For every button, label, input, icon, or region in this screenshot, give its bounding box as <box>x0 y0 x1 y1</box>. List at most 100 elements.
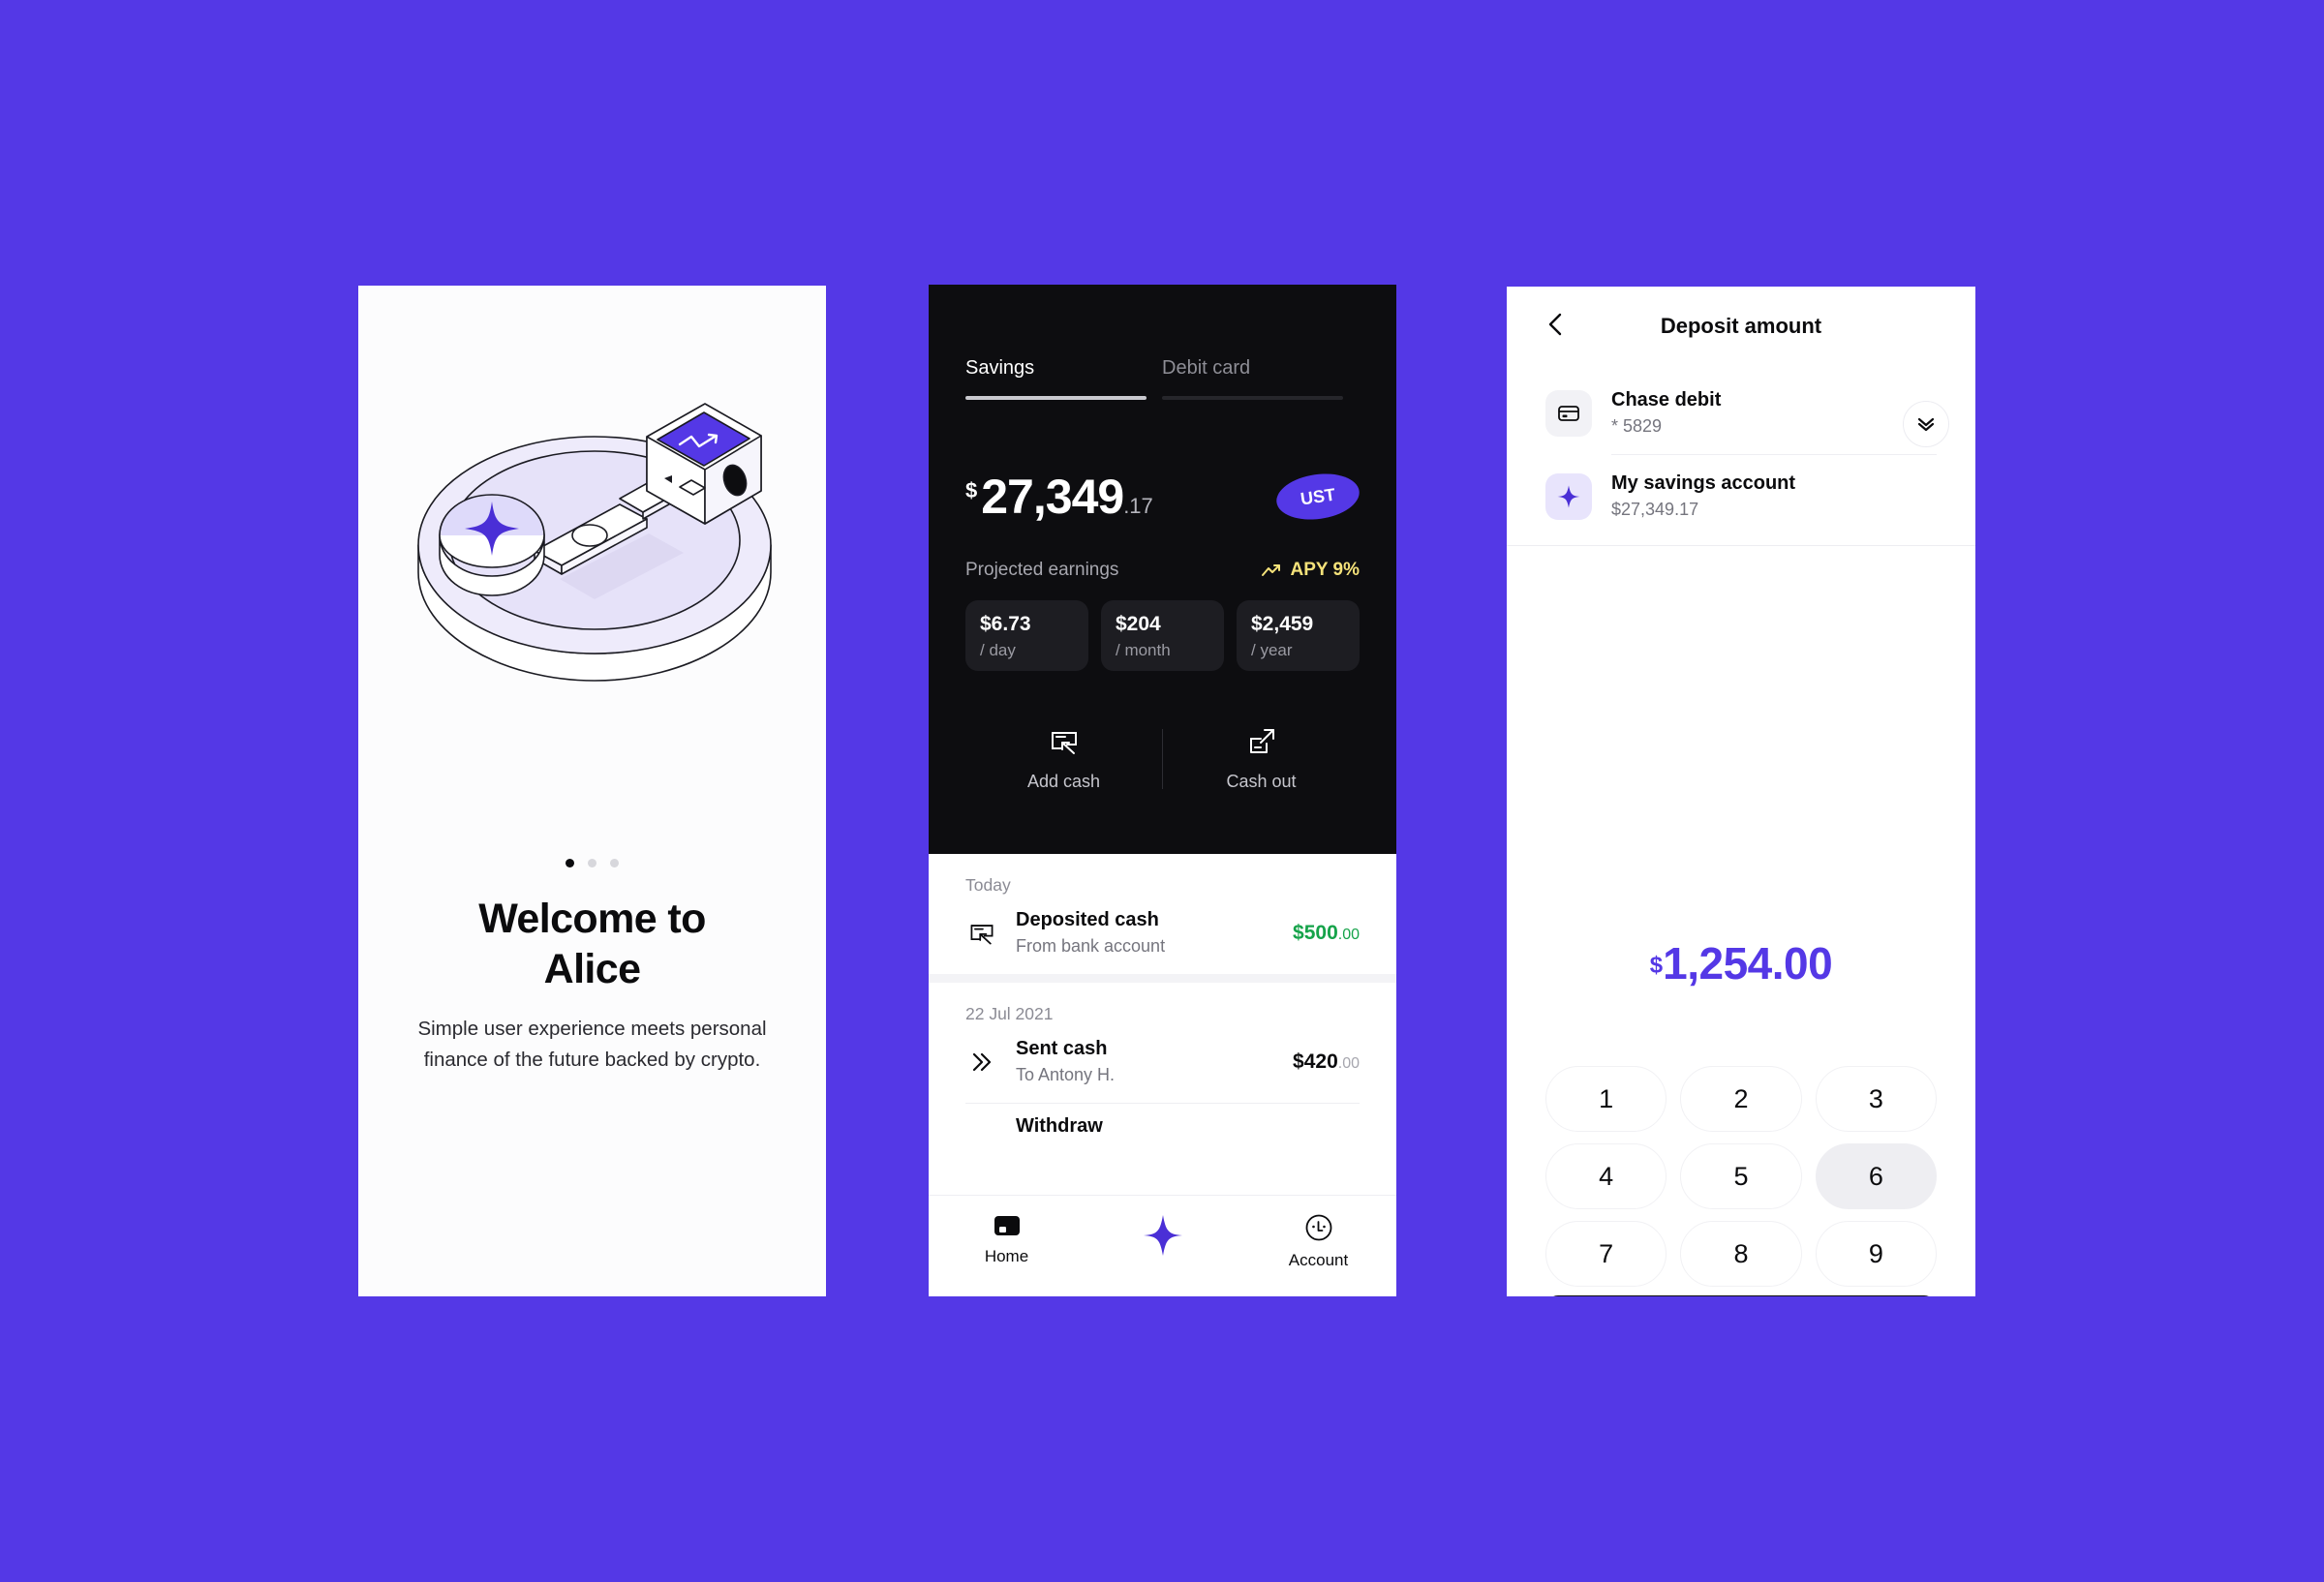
title-line-1: Welcome to <box>478 896 706 942</box>
transaction-amount: $420.00 <box>1293 1050 1360 1074</box>
key-1[interactable]: 1 <box>1545 1066 1667 1132</box>
list-item-savings-account[interactable]: My savings account $27,349.17 <box>1507 463 1975 530</box>
cash-out-button[interactable]: Cash out <box>1163 725 1360 792</box>
balance-integer: 27,349 <box>981 470 1124 524</box>
account-divider <box>1611 454 1937 455</box>
transaction-title: Deposited cash <box>1016 909 1159 930</box>
back-button[interactable] <box>1540 308 1573 341</box>
add-cash-label: Add cash <box>1026 772 1101 791</box>
earnings-cards: $6.73 / day $204 / month $2,459 / year <box>965 600 1360 671</box>
key-2[interactable]: 2 <box>1680 1066 1802 1132</box>
section-divider <box>1507 545 1975 546</box>
nav-item-account[interactable]: Account <box>1240 1213 1396 1270</box>
continue-button[interactable]: Continue <box>1545 1295 1937 1296</box>
carousel-dot-1[interactable] <box>566 859 574 867</box>
transaction-title: Withdraw <box>1016 1115 1103 1137</box>
tab-debit-card-label: Debit card <box>1162 357 1251 379</box>
account-face-icon <box>1305 1214 1331 1241</box>
carousel-dots[interactable] <box>358 859 826 867</box>
earnings-card-month[interactable]: $204 / month <box>1101 600 1224 671</box>
cash-out-icon <box>1249 729 1274 753</box>
cash-out-label: Cash out <box>1226 772 1297 791</box>
carousel-dot-3[interactable] <box>610 859 619 867</box>
table-row[interactable]: Sent cash To Antony H. $420.00 <box>929 1024 1396 1103</box>
savings-screen: Savings Debit card $ 27,349 .17 UST Proj… <box>929 285 1396 1296</box>
account-tabs: Savings Debit card <box>965 357 1360 400</box>
transaction-subtitle: To Antony H. <box>1016 1065 1116 1084</box>
earnings-period: / month <box>1116 641 1171 659</box>
transaction-subtitle: From bank account <box>1016 936 1166 956</box>
currency-symbol: $ <box>965 478 978 502</box>
onboarding-screen: Welcome to Alice Simple user experience … <box>358 286 826 1296</box>
deposit-amount-display: $1,254.00 <box>1507 937 1975 989</box>
transaction-amount-cents: .00 <box>1337 1054 1360 1072</box>
savings-header: Savings Debit card $ 27,349 .17 UST Proj… <box>929 285 1396 854</box>
key-8[interactable]: 8 <box>1680 1221 1802 1287</box>
key-9[interactable]: 9 <box>1815 1221 1937 1287</box>
account-name: Chase debit <box>1611 389 1722 411</box>
account-text: My savings account $27,349.17 <box>1611 472 1795 520</box>
balance-decimal: .17 <box>1123 494 1153 518</box>
earnings-amount: $2,459 <box>1251 613 1314 635</box>
transaction-amount-cents: .00 <box>1337 926 1360 943</box>
tab-debit-card-indicator <box>1162 396 1343 400</box>
table-row[interactable]: Withdraw <box>929 1104 1396 1155</box>
earnings-card-day[interactable]: $6.73 / day <box>965 600 1088 671</box>
numeric-keypad: 1 2 3 4 5 6 7 8 9 . 0 <box>1545 1066 1937 1296</box>
transaction-amount-main: $500 <box>1293 921 1338 944</box>
transaction-title: Sent cash <box>1016 1038 1108 1059</box>
page-title: Welcome to Alice <box>358 894 826 994</box>
page-title: Deposit amount <box>1660 314 1822 338</box>
nav-item-account-label: Account <box>1288 1251 1349 1269</box>
tab-savings-label: Savings <box>965 357 1035 379</box>
currency-symbol: $ <box>1649 952 1664 979</box>
transaction-amount-main: $420 <box>1293 1050 1338 1073</box>
transaction-text: Sent cash To Antony H. <box>1016 1038 1275 1085</box>
tab-savings[interactable]: Savings <box>965 357 1162 400</box>
account-detail: * 5829 <box>1611 416 1663 436</box>
transaction-amount: $500.00 <box>1293 922 1360 945</box>
nav-item-home[interactable]: Home <box>929 1213 1085 1266</box>
expand-accounts-button[interactable] <box>1903 401 1949 447</box>
quick-actions: Add cash Cash out <box>965 725 1360 792</box>
add-cash-icon <box>1051 732 1077 754</box>
bottom-nav: Home Account <box>929 1195 1396 1296</box>
transaction-text: Deposited cash From bank account <box>1016 909 1275 957</box>
projected-earnings-label: Projected earnings <box>965 560 1119 580</box>
earnings-card-year[interactable]: $2,459 / year <box>1237 600 1360 671</box>
apy-badge: APY 9% <box>1261 560 1360 581</box>
earnings-period: / day <box>980 641 1016 659</box>
balance-amount: $ 27,349 .17 <box>965 469 1153 525</box>
nav-item-sparkle[interactable] <box>1085 1213 1240 1258</box>
credit-card-icon <box>1545 389 1592 437</box>
add-cash-button[interactable]: Add cash <box>965 725 1162 792</box>
account-text: Chase debit * 5829 <box>1611 389 1721 437</box>
projected-earnings-row: Projected earnings APY 9% <box>965 560 1360 581</box>
account-detail: $27,349.17 <box>1611 500 1699 519</box>
transaction-text: Withdraw <box>1016 1115 1360 1138</box>
status-badge[interactable]: UST <box>1273 469 1362 525</box>
key-7[interactable]: 7 <box>1545 1221 1667 1287</box>
key-6[interactable]: 6 <box>1815 1143 1937 1209</box>
apy-label: APY 9% <box>1290 560 1360 580</box>
key-3[interactable]: 3 <box>1815 1066 1937 1132</box>
balance-row: $ 27,349 .17 UST <box>965 469 1362 525</box>
account-selector: Chase debit * 5829 My savings account $2… <box>1507 380 1975 546</box>
table-row[interactable]: Deposited cash From bank account $500.00 <box>929 896 1396 974</box>
add-cash-icon <box>965 919 998 948</box>
trend-up-icon <box>1261 564 1280 576</box>
transaction-group-label: 22 Jul 2021 <box>965 1004 1054 1023</box>
account-name: My savings account <box>1611 472 1796 494</box>
double-chevron-icon <box>965 1049 998 1076</box>
wallet-icon <box>994 1216 1020 1235</box>
chevron-left-icon <box>1548 313 1562 336</box>
sparkle-icon <box>1143 1215 1182 1256</box>
key-4[interactable]: 4 <box>1545 1143 1667 1209</box>
onboarding-illustration <box>358 344 826 760</box>
tab-debit-card[interactable]: Debit card <box>1162 357 1359 400</box>
transaction-group-label: Today <box>965 875 1011 895</box>
key-5[interactable]: 5 <box>1680 1143 1802 1209</box>
earnings-period: / year <box>1251 641 1293 659</box>
canvas: Welcome to Alice Simple user experience … <box>0 0 2324 1582</box>
carousel-dot-2[interactable] <box>588 859 596 867</box>
